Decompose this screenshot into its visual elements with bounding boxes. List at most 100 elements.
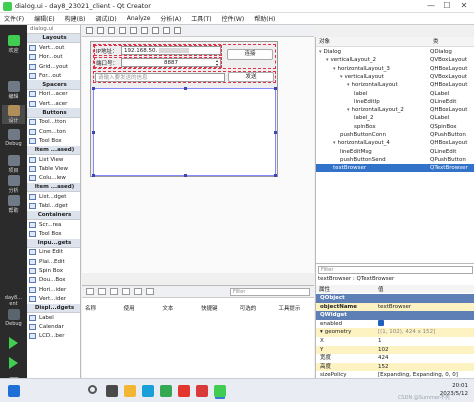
expand-arrow-icon[interactable]: ▾ bbox=[326, 57, 329, 63]
menu-item[interactable]: 编辑(E) bbox=[34, 14, 54, 23]
object-tree-row[interactable]: lineEditIp QLineEdit bbox=[316, 98, 474, 106]
mode-button[interactable]: 欢迎 bbox=[2, 35, 25, 54]
resize-handle-tl[interactable] bbox=[92, 87, 95, 90]
resize-handle-br[interactable] bbox=[274, 174, 277, 177]
widget-item[interactable]: Hori...ider bbox=[27, 285, 80, 294]
edit-widgets-icon[interactable] bbox=[86, 27, 93, 34]
widget-category[interactable]: Containers bbox=[27, 210, 80, 220]
qt-creator-icon[interactable] bbox=[214, 385, 226, 397]
property-row[interactable]: 高度 152 bbox=[316, 362, 474, 372]
expand-arrow-icon[interactable]: ▾ bbox=[320, 329, 323, 335]
widget-category[interactable]: Buttons bbox=[27, 108, 80, 118]
file-explorer-icon[interactable] bbox=[124, 385, 136, 397]
task-view-icon[interactable] bbox=[106, 385, 118, 397]
layout-horizontal-icon[interactable] bbox=[130, 27, 137, 34]
object-tree-row[interactable]: lineEditMsg QLineEdit bbox=[316, 148, 474, 156]
search-icon[interactable] bbox=[88, 385, 97, 394]
widget-category[interactable]: Item ...ased) bbox=[27, 145, 80, 155]
menu-item[interactable]: 分析(A) bbox=[160, 14, 181, 23]
menu-item[interactable]: 调试(D) bbox=[95, 14, 116, 23]
debug-run-button[interactable] bbox=[2, 357, 25, 369]
object-tree-row[interactable]: ▾ horizontalLayout QHBoxLayout bbox=[316, 81, 474, 89]
adjust-size-icon[interactable] bbox=[174, 27, 181, 34]
property-value[interactable]: [(1, 102), 424 x 152] bbox=[378, 328, 435, 337]
copy-action-icon[interactable] bbox=[98, 288, 106, 295]
resize-handle-r[interactable] bbox=[274, 131, 277, 134]
widget-item[interactable]: Tool Box bbox=[27, 136, 80, 145]
port-spinbox[interactable]: 8887 ▴ ▾ bbox=[121, 58, 221, 67]
new-action-icon[interactable] bbox=[86, 288, 94, 295]
mode-button[interactable]: 编辑 bbox=[2, 81, 25, 100]
widget-item[interactable]: Scr...rea bbox=[27, 220, 80, 229]
object-tree-row[interactable]: pushButtonSend QPushButton bbox=[316, 156, 474, 164]
widget-item[interactable]: Label bbox=[27, 313, 80, 322]
object-tree-row[interactable]: ▾ verticalLayout_2 QVBoxLayout bbox=[316, 56, 474, 64]
widget-item[interactable]: Table View bbox=[27, 164, 80, 173]
view-mode-icon[interactable] bbox=[146, 288, 154, 295]
layout-grid-icon[interactable] bbox=[152, 27, 159, 34]
menu-item[interactable]: 帮助(H) bbox=[254, 14, 275, 23]
resize-handle-t[interactable] bbox=[184, 87, 187, 90]
mode-button[interactable]: 分析 bbox=[2, 175, 25, 194]
resize-handle-l[interactable] bbox=[92, 131, 95, 134]
property-value[interactable] bbox=[378, 320, 384, 329]
property-row[interactable]: X1 bbox=[316, 337, 474, 346]
widget-category[interactable]: Inpu...gets bbox=[27, 238, 80, 248]
object-tree-row[interactable]: ▾ verticalLayout QVBoxLayout bbox=[316, 73, 474, 81]
edit-tab-order-icon[interactable] bbox=[119, 27, 126, 34]
widget-item[interactable]: Hor...out bbox=[27, 53, 80, 62]
property-row[interactable]: ▾ geometry [(1, 102), 424 x 152] bbox=[316, 328, 474, 337]
mode-button[interactable]: 项目 bbox=[2, 155, 25, 174]
expand-arrow-icon[interactable]: ▾ bbox=[347, 82, 350, 88]
mode-button[interactable]: Debug bbox=[2, 129, 25, 147]
edit-signals-icon[interactable] bbox=[97, 27, 104, 34]
widget-item[interactable]: Grid...yout bbox=[27, 62, 80, 71]
property-value[interactable]: textBrowser bbox=[378, 303, 411, 312]
widget-item[interactable]: Vert...ider bbox=[27, 294, 80, 303]
expand-arrow-icon[interactable]: ▾ bbox=[333, 66, 336, 72]
property-row[interactable]: objectName textBrowser bbox=[316, 302, 474, 312]
object-tree-row[interactable]: label_2 QLabel bbox=[316, 114, 474, 122]
widget-item[interactable]: Hori...acer bbox=[27, 90, 80, 99]
widget-item[interactable]: Spin Box bbox=[27, 266, 80, 275]
edit-buddies-icon[interactable] bbox=[108, 27, 115, 34]
resize-handle-b[interactable] bbox=[184, 174, 187, 177]
widget-item[interactable]: List View bbox=[27, 155, 80, 164]
widget-category[interactable]: Item ...ased) bbox=[27, 182, 80, 193]
property-filter-input[interactable]: Filter bbox=[318, 266, 473, 274]
spin-arrows-icon[interactable]: ▴ ▾ bbox=[216, 59, 218, 67]
widget-item[interactable]: LCD...ber bbox=[27, 332, 80, 341]
connect-button[interactable]: 连接 bbox=[227, 49, 273, 60]
menu-item[interactable]: 文件(F) bbox=[4, 14, 24, 23]
kit-selector[interactable]: day8…ent Debug bbox=[2, 295, 25, 327]
minimize-button[interactable]: — bbox=[426, 1, 436, 11]
widget-box-filter[interactable]: dialog.ui bbox=[27, 25, 80, 34]
windows-icon[interactable] bbox=[8, 385, 20, 397]
break-layout-icon[interactable] bbox=[163, 27, 170, 34]
object-tree-row[interactable]: ▾ horizontalLayout_3 QHBoxLayout bbox=[316, 65, 474, 73]
widget-category[interactable]: Spacers bbox=[27, 80, 80, 90]
widget-item[interactable]: Calendar bbox=[27, 322, 80, 331]
widget-item[interactable]: For...out bbox=[27, 71, 80, 80]
widget-item[interactable]: Tabl...dget bbox=[27, 201, 80, 210]
expand-arrow-icon[interactable]: ▾ bbox=[347, 107, 350, 113]
menu-item[interactable]: 控件(W) bbox=[222, 14, 245, 23]
widget-item[interactable]: Line Edit bbox=[27, 248, 80, 257]
object-tree-row[interactable]: pushButtonConn QPushButton bbox=[316, 131, 474, 139]
action-settings-icon[interactable] bbox=[134, 288, 142, 295]
menu-item[interactable]: 工具(T) bbox=[191, 14, 211, 23]
property-row[interactable]: Y 102 bbox=[316, 345, 474, 355]
action-filter-input[interactable]: Filter bbox=[230, 288, 310, 296]
property-category[interactable]: QWidget bbox=[316, 311, 474, 320]
object-tree-row[interactable]: label QLabel bbox=[316, 90, 474, 98]
checkbox-checked-icon[interactable] bbox=[378, 320, 384, 327]
expand-arrow-icon[interactable]: ▾ bbox=[333, 140, 336, 146]
widget-item[interactable]: Tool...tton bbox=[27, 118, 80, 127]
expand-arrow-icon[interactable]: ▾ bbox=[319, 49, 322, 55]
paste-action-icon[interactable] bbox=[110, 288, 118, 295]
resize-handle-tr[interactable] bbox=[274, 87, 277, 90]
pdf-icon[interactable] bbox=[196, 385, 208, 397]
widget-item[interactable]: Tool Box bbox=[27, 229, 80, 238]
edge-icon[interactable] bbox=[142, 385, 154, 397]
widget-category[interactable]: Displ...dgets bbox=[27, 303, 80, 313]
